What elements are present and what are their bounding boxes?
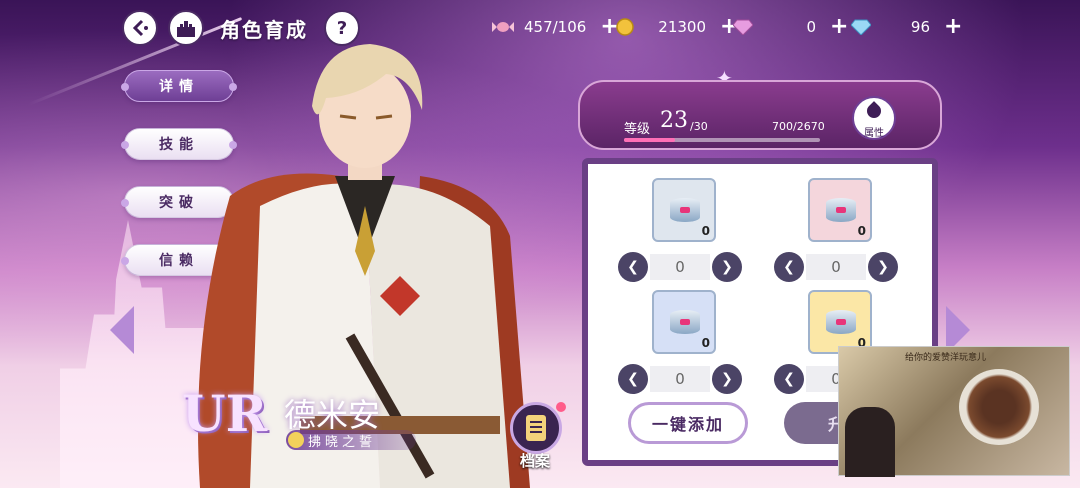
selected-quantity[interactable]: 0 [650, 254, 710, 280]
candy-value: 457/106 [524, 18, 587, 36]
quantity-stepper: ❮ 0 ❯ [774, 252, 898, 282]
rarity-badge: UR [182, 384, 268, 443]
back-arrow-icon[interactable] [122, 10, 158, 46]
gold-coin-icon [614, 16, 636, 38]
attribute-icon [864, 101, 884, 121]
selected-quantity[interactable]: 0 [650, 366, 710, 392]
video-caption: 给你的爱赞洋玩意儿 [905, 353, 987, 363]
archive-circle [510, 402, 562, 454]
dessert-plate-image [959, 369, 1039, 445]
canned-food-icon [826, 198, 856, 222]
archive-label: 档案 [520, 452, 551, 470]
exp-bar [624, 138, 820, 142]
currency-gold: 21300 + [614, 16, 738, 38]
level-label: 等级 [624, 122, 651, 137]
increase-button[interactable]: ❯ [712, 364, 742, 394]
pink-gem-value: 0 [806, 18, 816, 36]
decrease-button[interactable]: ❮ [618, 252, 648, 282]
currency-candy: 457/106 + [492, 16, 619, 38]
gold-value: 21300 [658, 18, 706, 36]
archive-button[interactable]: 档案 [510, 402, 566, 470]
add-diamond-button[interactable]: + [944, 16, 962, 38]
decrease-button[interactable]: ❮ [774, 252, 804, 282]
increase-button[interactable]: ❯ [868, 252, 898, 282]
document-icon [526, 415, 546, 441]
canned-food-icon [670, 198, 700, 222]
diamond-value: 96 [910, 18, 930, 36]
decrease-button[interactable]: ❮ [774, 364, 804, 394]
add-pink-gem-button[interactable]: + [830, 16, 848, 38]
exp-item-medium-can[interactable]: 0 [808, 178, 872, 242]
decrease-button[interactable]: ❮ [618, 364, 648, 394]
attribute-button[interactable]: 属性 [852, 96, 896, 140]
video-overlay[interactable]: 给你的爱赞洋玩意儿 [838, 346, 1070, 477]
attribute-label: 属性 [864, 128, 884, 139]
selected-quantity[interactable]: 0 [806, 254, 866, 280]
one-click-add-button[interactable]: 一键添加 [628, 402, 748, 444]
element-badge-icon [288, 432, 304, 448]
pink-gem-icon [732, 16, 754, 38]
candy-icon [492, 16, 514, 38]
exp-item-large-can[interactable]: 0 [652, 290, 716, 354]
exp-item-gold-can-box[interactable]: 0 [808, 290, 872, 354]
item-owned-count: 0 [701, 336, 710, 350]
quantity-stepper: ❮ 0 ❯ [618, 252, 742, 282]
quantity-stepper: ❮ 0 ❯ [618, 364, 742, 394]
previous-character-arrow[interactable] [110, 306, 134, 354]
character-development-screen: 角色育成 ? 457/106 + 21300 + 0 + 96 + 详情 技能 … [0, 0, 1080, 488]
canned-food-icon [826, 310, 856, 334]
increase-button[interactable]: ❯ [712, 252, 742, 282]
level-panel: 等级 23 /30 700/2670 属性 [578, 80, 942, 150]
currency-diamond: 96 + [850, 16, 962, 38]
canned-food-icon [670, 310, 700, 334]
currency-pink-gem: 0 + [732, 16, 848, 38]
blue-diamond-icon [850, 16, 872, 38]
item-owned-count: 0 [701, 224, 710, 238]
exp-item-small-can[interactable]: 0 [652, 178, 716, 242]
character-figure-image [845, 407, 895, 477]
level-value: 23 [660, 108, 688, 133]
item-owned-count: 0 [857, 224, 866, 238]
character-title: 拂晓之誓 [286, 430, 416, 450]
character-title-text: 拂晓之誓 [308, 434, 377, 450]
level-max: /30 [690, 120, 708, 133]
exp-bar-fill [624, 138, 676, 142]
notification-dot [556, 402, 566, 412]
exp-value: 700/2670 [772, 120, 825, 133]
